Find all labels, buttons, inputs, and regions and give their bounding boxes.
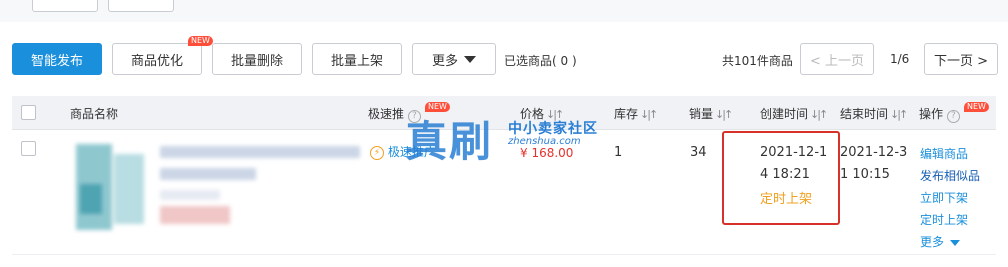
column-sales[interactable]: 销量 ↓|↑	[689, 105, 733, 122]
selected-count: 已选商品( 0 )	[504, 54, 577, 68]
column-created[interactable]: 创建时间 ↓|↑	[760, 105, 828, 122]
ended-time: 1 10:15	[840, 167, 890, 182]
query-button-partial[interactable]	[32, 0, 98, 12]
watermark-logo: 真刷	[405, 117, 494, 166]
column-stock[interactable]: 库存 ↓|↑	[614, 105, 658, 122]
caret-down-icon	[464, 55, 476, 63]
product-subtitle-blurred	[160, 168, 256, 180]
smart-publish-button[interactable]: 智能发布	[12, 43, 102, 75]
sort-icon: ↓|↑	[715, 108, 733, 121]
row-price: ¥ 168.00	[520, 146, 574, 160]
rocket-icon: ⚡	[370, 145, 384, 160]
table-header: 商品名称 极速推 ? NEW 价格 ↓|↑ 库存 ↓|↑ 销量 ↓|↑ 创建时间 ↓|↑…	[12, 96, 996, 130]
edit-product-link[interactable]: 编辑商品	[920, 145, 968, 162]
more-actions-link[interactable]: 更多	[920, 233, 960, 250]
top-filter-strip	[0, 0, 1008, 22]
column-actions: 操作 ?	[919, 105, 960, 123]
column-ended[interactable]: 结束时间 ↓|↑	[840, 105, 908, 122]
watermark-url: zhenshua.com	[508, 136, 581, 147]
batch-list-button[interactable]: 批量上架	[312, 43, 402, 75]
delist-now-link[interactable]: 立即下架	[920, 189, 968, 206]
product-title-blurred[interactable]	[160, 146, 360, 158]
optimize-new-badge: NEW	[188, 36, 213, 46]
more-dropdown-button[interactable]: 更多	[412, 43, 496, 75]
publish-similar-link[interactable]: 发布相似品	[920, 167, 980, 184]
sort-icon: ↓|↑	[640, 108, 658, 121]
batch-delete-button[interactable]: 批量删除	[212, 43, 302, 75]
highlight-frame	[722, 131, 840, 225]
row-sales: 34	[690, 145, 707, 160]
help-icon[interactable]: ?	[946, 110, 960, 123]
sort-icon: ↓|↑	[890, 108, 908, 121]
row-checkbox[interactable]	[21, 141, 36, 156]
actions-new-badge: NEW	[964, 102, 989, 112]
column-name: 商品名称	[70, 107, 119, 121]
product-tag-blurred	[160, 206, 230, 224]
row-stock: 1	[614, 145, 623, 160]
caret-down-icon	[949, 239, 960, 246]
next-page-button[interactable]: 下一页 >	[924, 43, 998, 75]
prev-page-button[interactable]: < 上一页	[800, 43, 874, 75]
sort-icon: ↓|↑	[810, 108, 828, 121]
page-indicator: 1/6	[890, 52, 910, 66]
product-thumbnail[interactable]	[74, 144, 148, 230]
ended-date: 2021-12-3	[840, 145, 908, 160]
watermark-subtitle: 中小卖家社区	[508, 121, 598, 137]
schedule-list-link[interactable]: 定时上架	[920, 211, 968, 228]
optimize-button[interactable]: 商品优化	[112, 43, 202, 75]
reset-button-partial[interactable]	[108, 0, 174, 12]
total-count: 共101件商品	[722, 54, 793, 68]
select-all-checkbox[interactable]	[21, 105, 36, 120]
product-meta-blurred	[160, 190, 220, 200]
